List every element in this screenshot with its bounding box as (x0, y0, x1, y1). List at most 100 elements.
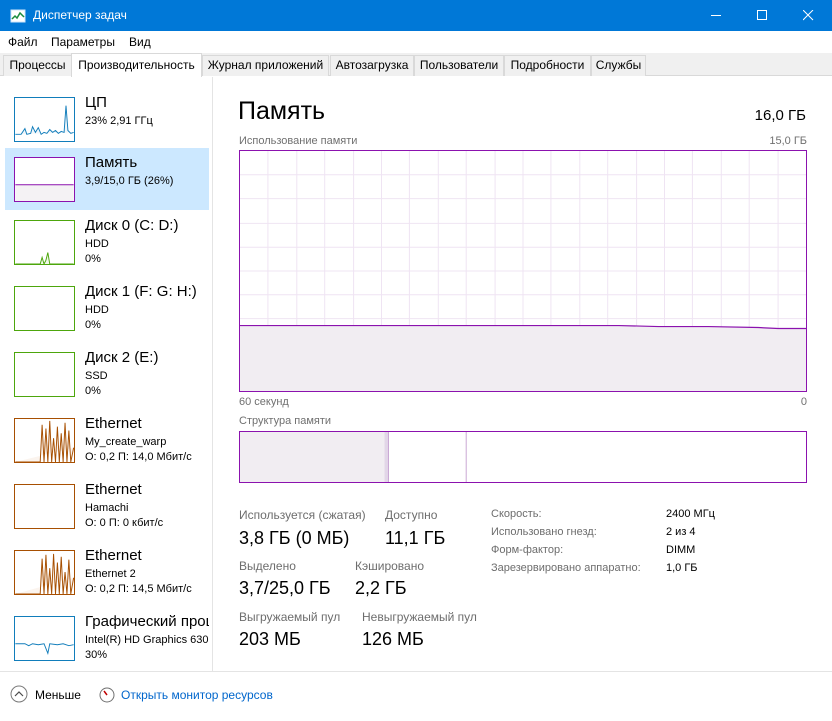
window-title: Диспетчер задач (33, 8, 127, 22)
tab-processes[interactable]: Процессы (3, 55, 72, 76)
resource-sidebar: ЦП 23% 2,91 ГГц Память 3,9/15,0 ГБ (26%)… (0, 77, 213, 671)
form-factor-value: DIMM (666, 544, 696, 556)
tab-strip: Процессы Производительность Журнал прило… (0, 53, 832, 77)
maximize-button[interactable] (739, 0, 785, 31)
sidebar-item-usage: 30% (85, 649, 108, 661)
nonpaged-pool-value: 126 МБ (362, 629, 424, 649)
minimize-button[interactable] (693, 0, 739, 31)
paged-pool-label: Выгружаемый пул (239, 610, 341, 624)
available-value: 11,1 ГБ (385, 528, 446, 548)
sidebar-item-detail: Hamachi (85, 502, 129, 514)
sidebar-item-detail: SSD (85, 370, 108, 382)
sidebar-item-detail: Ethernet 2 (85, 568, 136, 580)
sidebar-item-gpu[interactable]: Графический процессор 0 Intel(R) HD Grap… (5, 607, 209, 669)
sidebar-item-name: Графический процессор 0 (85, 613, 209, 630)
slots-value: 2 из 4 (666, 526, 696, 538)
tab-services[interactable]: Службы (591, 55, 646, 76)
nonpaged-pool-label: Невыгружаемый пул (362, 610, 477, 624)
chart-time-label: 60 секунд (239, 396, 289, 408)
sidebar-item-ethernet-3[interactable]: Ethernet Ethernet 2 О: 0,2 П: 14,5 Мбит/… (5, 541, 209, 603)
page-title: Память (238, 97, 326, 125)
tab-details[interactable]: Подробности (504, 55, 591, 76)
slots-label: Использовано гнезд: (491, 526, 597, 538)
task-manager-icon (10, 9, 26, 23)
sidebar-item-cpu[interactable]: ЦП 23% 2,91 ГГц (5, 88, 209, 150)
sidebar-item-usage: 0% (85, 319, 101, 331)
sidebar-item-name: ЦП (85, 94, 107, 111)
disk-0-thumbnail (14, 220, 75, 265)
sidebar-item-name: Ethernet (85, 547, 142, 564)
fewer-details-button[interactable]: Меньше (35, 688, 81, 702)
sidebar-item-disk-0[interactable]: Диск 0 (C: D:) HDD 0% (5, 211, 209, 273)
title-bar[interactable]: Диспетчер задач (0, 0, 832, 31)
chart-time-zero: 0 (800, 396, 807, 408)
total-memory: 16,0 ГБ (754, 107, 806, 124)
sidebar-item-name: Диск 2 (E:) (85, 349, 159, 366)
sidebar-item-name: Ethernet (85, 481, 142, 498)
paged-pool-value: 203 МБ (239, 629, 301, 649)
ethernet-2-thumbnail (14, 484, 75, 529)
sidebar-item-usage: 0% (85, 385, 101, 397)
in-use-label: Используется (сжатая) (239, 508, 366, 522)
ethernet-1-thumbnail (14, 418, 75, 463)
committed-label: Выделено (239, 559, 296, 573)
maximize-icon (757, 10, 767, 20)
tab-performance[interactable]: Производительность (71, 53, 202, 77)
memory-usage-chart (239, 150, 807, 392)
ethernet-3-thumbnail (14, 550, 75, 595)
cached-label: Кэшировано (355, 559, 425, 573)
cpu-thumbnail (14, 97, 75, 142)
sidebar-item-usage: О: 0,2 П: 14,5 Мбит/с (85, 583, 192, 595)
sidebar-item-detail: 3,9/15,0 ГБ (26%) (85, 175, 174, 187)
hardware-reserved-value: 1,0 ГБ (666, 562, 698, 574)
disk-2-thumbnail (14, 352, 75, 397)
disk-1-thumbnail (14, 286, 75, 331)
hardware-reserved-label: Зарезервировано аппаратно: (491, 562, 641, 574)
sidebar-item-memory[interactable]: Память 3,9/15,0 ГБ (26%) (5, 148, 209, 210)
sidebar-item-usage: О: 0,2 П: 14,0 Мбит/с (85, 451, 192, 463)
composition-modified (384, 432, 389, 482)
available-label: Доступно (385, 508, 438, 522)
committed-value: 3,7/25,0 ГБ (239, 578, 331, 598)
tab-startup[interactable]: Автозагрузка (330, 55, 414, 76)
sidebar-item-disk-2[interactable]: Диск 2 (E:) SSD 0% (5, 343, 209, 405)
tab-users[interactable]: Пользователи (414, 55, 504, 76)
sidebar-item-disk-1[interactable]: Диск 1 (F: G: H:) HDD 0% (5, 277, 209, 339)
speed-value: 2400 МГц (666, 508, 715, 520)
menu-file[interactable]: Файл (8, 35, 38, 49)
memory-composition-bar (239, 431, 807, 483)
composition-in-use (240, 432, 385, 482)
sidebar-item-name: Память (85, 154, 138, 171)
footer: Меньше Открыть монитор ресурсов (0, 671, 832, 721)
minimize-icon (711, 15, 721, 16)
usage-chart-label: Использование памяти (239, 135, 358, 147)
sidebar-item-name: Ethernet (85, 415, 142, 432)
sidebar-item-detail: My_create_warp (85, 436, 167, 448)
open-resource-monitor-link[interactable]: Открыть монитор ресурсов (121, 688, 273, 702)
sidebar-item-usage: О: 0 П: 0 кбит/с (85, 517, 164, 529)
fewer-details-icon[interactable] (10, 685, 28, 703)
tab-app-history[interactable]: Журнал приложений (202, 55, 329, 76)
sidebar-item-detail: Intel(R) HD Graphics 630 (85, 634, 209, 646)
sidebar-item-name: Диск 1 (F: G: H:) (85, 283, 197, 300)
usage-chart-max: 15,0 ГБ (769, 135, 807, 147)
close-button[interactable] (785, 0, 831, 31)
sidebar-item-detail: HDD (85, 238, 109, 250)
resource-monitor-icon (99, 687, 115, 703)
menu-view[interactable]: Вид (129, 35, 151, 49)
form-factor-label: Форм-фактор: (491, 544, 564, 556)
sidebar-item-usage: 0% (85, 253, 101, 265)
sidebar-item-ethernet-1[interactable]: Ethernet My_create_warp О: 0,2 П: 14,0 М… (5, 409, 209, 471)
menu-bar: Файл Параметры Вид (0, 31, 832, 53)
sidebar-item-detail: 23% 2,91 ГГц (85, 115, 153, 127)
composition-label: Структура памяти (239, 415, 332, 427)
cached-value: 2,2 ГБ (355, 578, 407, 598)
gpu-thumbnail (14, 616, 75, 661)
sidebar-item-name: Диск 0 (C: D:) (85, 217, 179, 234)
speed-label: Скорость: (491, 508, 542, 520)
memory-usage-area (240, 325, 806, 391)
in-use-value: 3,8 ГБ (0 МБ) (239, 528, 350, 548)
menu-options[interactable]: Параметры (51, 35, 115, 49)
sidebar-item-ethernet-2[interactable]: Ethernet Hamachi О: 0 П: 0 кбит/с (5, 475, 209, 537)
close-icon (803, 10, 814, 21)
